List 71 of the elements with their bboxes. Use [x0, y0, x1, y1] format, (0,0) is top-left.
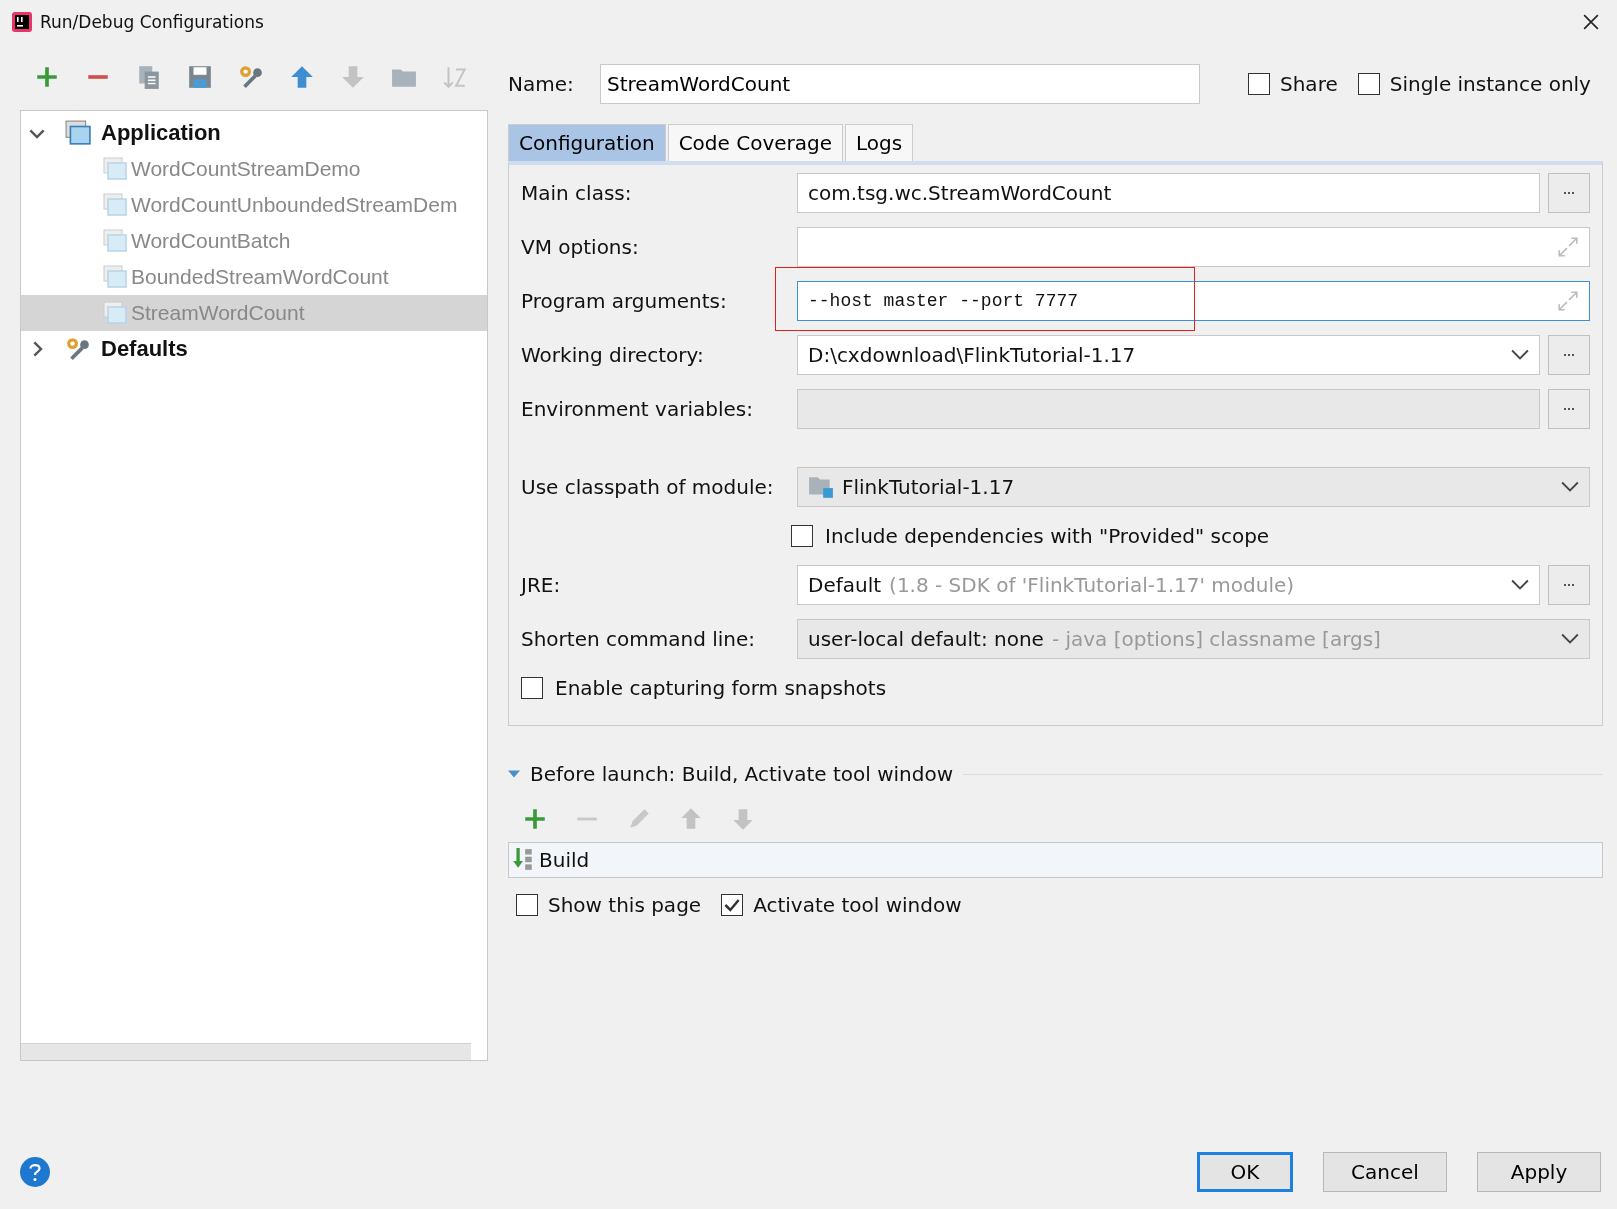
- field-label: JRE:: [521, 573, 562, 597]
- tree-group-label[interactable]: Application: [101, 120, 221, 146]
- application-icon: [103, 193, 127, 217]
- collapse-triangle-icon[interactable]: [508, 768, 520, 780]
- field-label: Environment variables:: [521, 397, 754, 421]
- dialog-button[interactable]: Cancel: [1323, 1152, 1447, 1192]
- move-up-icon[interactable]: [289, 64, 315, 90]
- input-field[interactable]: D:\cxdownload\FlinkTutorial-1.17: [797, 335, 1540, 375]
- tab[interactable]: Logs: [845, 124, 914, 161]
- section-title: Before launch: Build, Activate tool window: [530, 762, 954, 786]
- input-field[interactable]: Default (1.8 - SDK of 'FlinkTutorial-1.17' module): [797, 565, 1540, 605]
- input-field[interactable]: [797, 227, 1590, 267]
- ellipsis-icon: [1563, 353, 1575, 357]
- tree-item[interactable]: BoundedStreamWordCount: [21, 259, 487, 295]
- field-label: Shorten command line:: [521, 627, 757, 651]
- folder-icon: [808, 474, 834, 500]
- tree-item[interactable]: WordCountBatch: [21, 223, 487, 259]
- application-icon: [103, 301, 127, 325]
- input-field[interactable]: [797, 389, 1540, 429]
- copy-icon[interactable]: [136, 64, 162, 90]
- expand-icon[interactable]: [1557, 290, 1579, 312]
- dialog-button[interactable]: OK: [1197, 1152, 1293, 1192]
- checkbox-label: Single instance only: [1389, 72, 1591, 96]
- add-icon[interactable]: [522, 806, 548, 832]
- close-icon: [1583, 14, 1599, 30]
- input-field[interactable]: com.tsg.wc.StreamWordCount: [797, 173, 1540, 213]
- application-icon: [103, 229, 127, 253]
- dropdown[interactable]: FlinkTutorial-1.17: [797, 467, 1590, 507]
- ellipsis-icon: [1563, 191, 1575, 195]
- ellipsis-icon: [1563, 583, 1575, 587]
- checkbox[interactable]: [791, 525, 813, 547]
- tree-item[interactable]: WordCountStreamDemo: [21, 151, 487, 187]
- application-icon: [103, 265, 127, 289]
- add-icon[interactable]: [34, 64, 60, 90]
- field-label: Use classpath of module:: [521, 475, 775, 499]
- checkbox-label: Include dependencies with "Provided" scope: [825, 524, 1270, 548]
- input-field[interactable]: --host master --port 7777: [797, 281, 1590, 321]
- dropdown[interactable]: user-local default: none - java [options] classname [args]: [797, 619, 1590, 659]
- checkbox[interactable]: [1248, 73, 1270, 95]
- ellipsis-icon: [1563, 407, 1575, 411]
- field-label: Main class:: [521, 181, 633, 205]
- checkbox[interactable]: [721, 894, 744, 916]
- tree-group-label[interactable]: Defaults: [101, 336, 188, 362]
- settings-icon[interactable]: [238, 64, 264, 90]
- app-logo-icon: [12, 12, 32, 32]
- dialog-button[interactable]: Apply: [1477, 1152, 1601, 1192]
- field-label: VM options:: [521, 235, 640, 259]
- application-icon: [65, 120, 91, 146]
- save-icon[interactable]: [187, 64, 213, 90]
- scrollbar[interactable]: [21, 1043, 471, 1060]
- help-icon[interactable]: [20, 1157, 50, 1187]
- expand-icon[interactable]: [1557, 236, 1579, 258]
- field-label: Working directory:: [521, 343, 705, 367]
- checkbox-label: Enable capturing form snapshots: [555, 676, 887, 700]
- tab[interactable]: Code Coverage: [667, 124, 844, 161]
- checkbox-label: Activate tool window: [753, 893, 962, 917]
- task-label[interactable]: Build: [539, 848, 590, 872]
- tree-item[interactable]: WordCountUnboundedStreamDem: [21, 187, 487, 223]
- wrench-gear-icon: [65, 336, 91, 362]
- checkbox[interactable]: [516, 894, 538, 916]
- window-title: Run/Debug Configurations: [40, 12, 264, 32]
- application-icon: [103, 157, 127, 181]
- checkbox[interactable]: [521, 677, 543, 699]
- checkbox-label: Show this page: [548, 893, 702, 917]
- checkbox-label: Share: [1280, 72, 1338, 96]
- checkbox[interactable]: [1357, 73, 1380, 95]
- tab[interactable]: Configuration: [508, 124, 666, 161]
- build-icon: [513, 848, 533, 872]
- name-field[interactable]: StreamWordCount: [600, 64, 1200, 104]
- field-label: Program arguments:: [521, 289, 728, 313]
- name-label: Name:: [508, 72, 575, 96]
